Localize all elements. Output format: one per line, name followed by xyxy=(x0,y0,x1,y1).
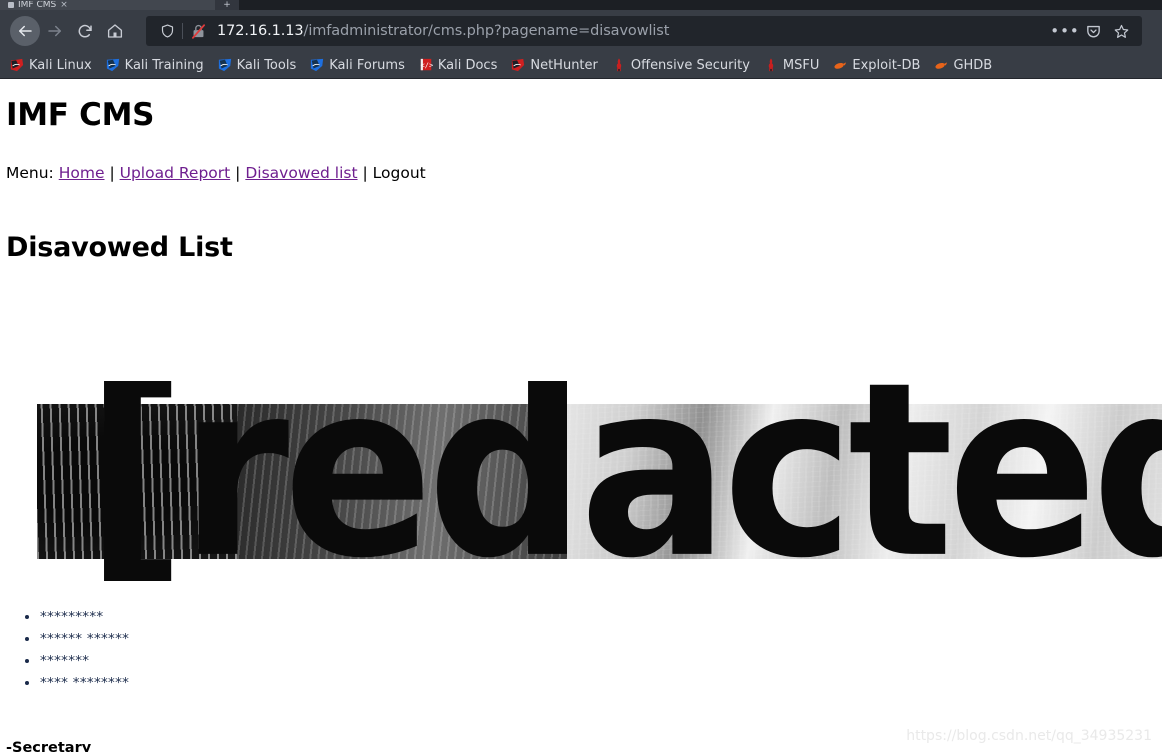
forward-arrow-icon xyxy=(48,25,61,37)
svg-text:</>: </> xyxy=(420,62,432,70)
kali-dragon-red-icon xyxy=(512,58,525,72)
list-item: ******* xyxy=(40,650,129,672)
tab-title: IMF CMS xyxy=(18,0,57,10)
tab-strip-empty-area xyxy=(239,0,1162,10)
offsec-dragon-icon xyxy=(616,58,622,72)
bookmark-kali-training[interactable]: Kali Training xyxy=(106,58,204,72)
kali-dragon-blue-icon xyxy=(311,58,324,72)
kali-dragon-blue-icon xyxy=(106,58,119,72)
back-arrow-icon xyxy=(19,25,32,37)
url-path: /imfadministrator/cms.php?pagename=disav… xyxy=(303,23,670,39)
redacted-stamp-image: [redacted] xyxy=(37,381,1162,581)
bookmark-nethunter[interactable]: NetHunter xyxy=(511,58,598,72)
home-button[interactable] xyxy=(100,16,130,46)
tab-strip: IMF CMS × + xyxy=(0,0,1162,10)
bookmark-label: Kali Docs xyxy=(437,57,498,73)
url-text[interactable]: 172.16.1.13/imfadministrator/cms.php?pag… xyxy=(211,23,1052,39)
signature-text: -Secretary xyxy=(6,740,92,752)
urlbar-leading-icons xyxy=(154,23,211,40)
redacted-stamp-text: [redacted] xyxy=(85,381,1162,581)
menu-navigation: Menu: Home | Upload Report | Disavowed l… xyxy=(6,164,1162,182)
kali-dragon-blue-icon xyxy=(218,58,231,72)
star-icon[interactable] xyxy=(1108,18,1134,44)
bookmark-exploit-db[interactable]: Exploit-DB xyxy=(833,58,920,72)
menu-link-home[interactable]: Home xyxy=(59,164,105,182)
watermark-text: https://blog.csdn.net/qq_34935231 xyxy=(906,728,1152,744)
bookmark-kali-forums[interactable]: Kali Forums xyxy=(310,58,405,72)
browser-tab-imf-cms[interactable]: IMF CMS × xyxy=(0,0,215,10)
bookmark-kali-tools[interactable]: Kali Tools xyxy=(218,57,297,73)
pocket-icon[interactable] xyxy=(1080,18,1106,44)
back-button[interactable] xyxy=(10,16,40,46)
menu-label: Menu: xyxy=(6,164,54,182)
disavowed-name-list: ********* ****** ****** ******* **** ***… xyxy=(6,606,129,694)
bookmark-label: MSFU xyxy=(782,57,820,73)
new-tab-button[interactable]: + xyxy=(215,0,239,10)
bookmark-label: Kali Tools xyxy=(236,57,297,73)
bookmark-ghdb[interactable]: GHDB xyxy=(934,58,992,72)
tracking-protection-shield-icon[interactable] xyxy=(154,23,180,39)
bookmark-kali-docs[interactable]: </> Kali Docs xyxy=(419,57,498,73)
home-house-icon xyxy=(107,24,123,38)
bookmark-label: Kali Forums xyxy=(329,57,405,73)
kali-docs-book-icon: </> xyxy=(420,58,433,71)
reload-button[interactable] xyxy=(70,16,100,46)
tab-favicon xyxy=(8,2,14,8)
exploitdb-flame-icon xyxy=(834,62,847,69)
bookmarks-bar: Kali Linux Kali Training Kali Tools Kali… xyxy=(0,52,1162,79)
list-item: ********* xyxy=(40,606,129,628)
page-actions-menu-icon[interactable]: ••• xyxy=(1050,18,1079,44)
bookmark-msfu[interactable]: MSFU xyxy=(764,58,819,72)
crossed-lock-glyph xyxy=(191,23,205,39)
forward-button[interactable] xyxy=(40,16,70,46)
ghdb-flame-icon xyxy=(935,62,948,69)
menu-link-disavowed-list[interactable]: Disavowed list xyxy=(245,164,357,182)
reload-arrow-icon xyxy=(78,24,92,38)
bookmark-label: Exploit-DB xyxy=(852,57,921,73)
bookmark-label: GHDB xyxy=(953,57,993,73)
menu-separator: | xyxy=(362,164,368,182)
offsec-dragon-icon xyxy=(768,58,774,72)
navigation-toolbar: 172.16.1.13/imfadministrator/cms.php?pag… xyxy=(0,10,1162,52)
page-content: IMF CMS Menu: Home | Upload Report | Dis… xyxy=(0,79,1162,752)
section-title: Disavowed List xyxy=(6,232,233,263)
menu-separator: | xyxy=(109,164,115,182)
browser-chrome: IMF CMS × + 172.16.1.13/imfadministrator… xyxy=(0,0,1162,79)
close-icon[interactable]: × xyxy=(60,0,68,10)
urlbar-trailing-icons: ••• xyxy=(1050,18,1134,44)
insecure-connection-icon[interactable] xyxy=(185,23,211,40)
page-title: IMF CMS xyxy=(6,97,155,133)
list-item: **** ******** xyxy=(40,672,129,694)
bookmark-label: Kali Linux xyxy=(29,57,92,73)
list-item: ****** ****** xyxy=(40,628,129,650)
bookmark-kali-linux[interactable]: Kali Linux xyxy=(10,58,92,72)
bookmark-label: Offensive Security xyxy=(630,57,750,73)
bookmark-label: Kali Training xyxy=(124,57,204,73)
bookmark-label: NetHunter xyxy=(530,57,598,73)
urlbar-divider xyxy=(182,23,183,39)
menu-link-logout[interactable]: Logout xyxy=(373,164,426,182)
menu-link-upload-report[interactable]: Upload Report xyxy=(120,164,231,182)
bookmark-offensive-security[interactable]: Offensive Security xyxy=(612,58,750,72)
url-host: 172.16.1.13 xyxy=(217,23,304,39)
kali-dragon-red-icon xyxy=(10,58,24,72)
menu-separator: | xyxy=(235,164,241,182)
url-bar[interactable]: 172.16.1.13/imfadministrator/cms.php?pag… xyxy=(146,16,1142,46)
